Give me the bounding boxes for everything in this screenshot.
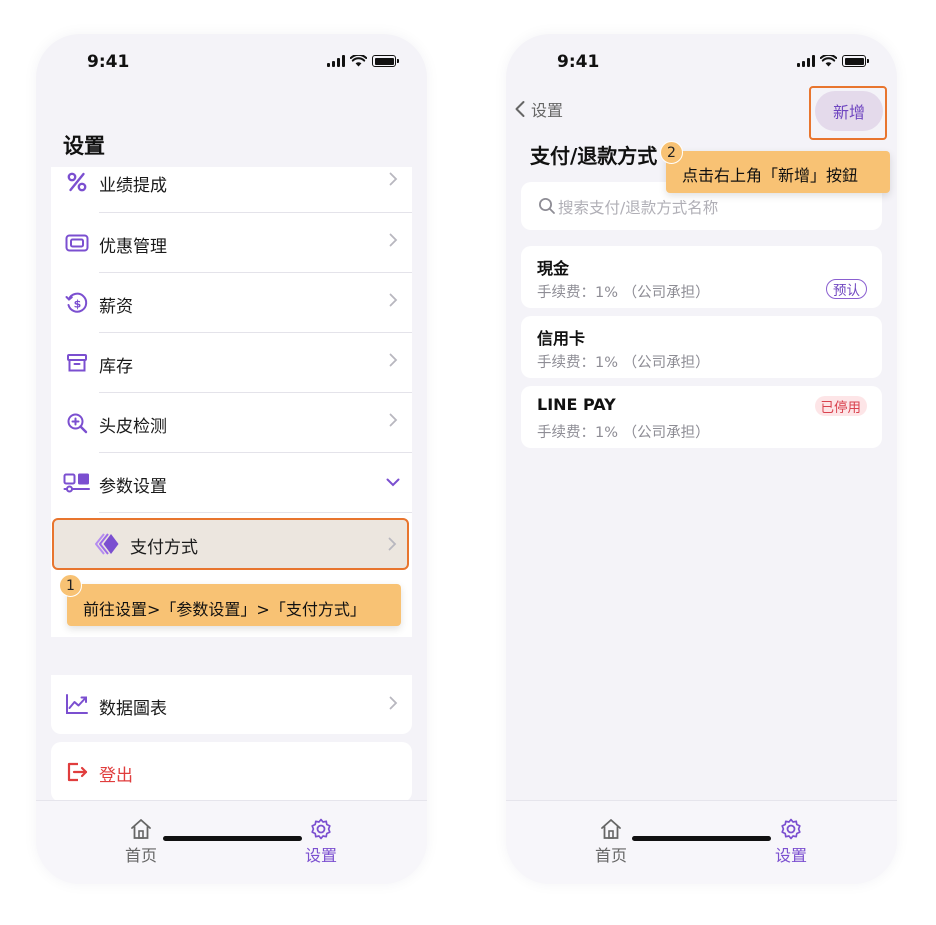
- menu-item-discount[interactable]: 优惠管理: [51, 213, 412, 273]
- search-icon: [539, 198, 555, 214]
- battery-icon: [842, 55, 869, 67]
- line-chart-icon: [65, 693, 89, 719]
- default-badge: 预认: [826, 279, 867, 299]
- chevron-down-icon: [386, 478, 400, 487]
- archive-box-icon: [65, 351, 89, 375]
- menu-item-commission[interactable]: 业绩提成: [51, 152, 412, 212]
- tab-settings[interactable]: 设置: [751, 817, 831, 866]
- gear-icon: [311, 818, 331, 840]
- wifi-icon: [820, 55, 837, 67]
- step-badge: 1: [59, 574, 82, 597]
- add-button[interactable]: 新增: [815, 91, 883, 131]
- chevron-right-icon: [389, 172, 398, 186]
- signal-icon: [327, 55, 345, 67]
- submenu-item-payment-methods[interactable]: 支付方式: [52, 518, 409, 570]
- tab-bar: 首页 设置: [506, 800, 897, 884]
- menu-label: 业绩提成: [99, 176, 167, 196]
- submenu-label: 支付方式: [130, 538, 198, 558]
- menu-item-salary[interactable]: $ 薪资: [51, 273, 412, 333]
- page-title: 支付/退款方式: [530, 144, 658, 168]
- chevron-right-icon: [389, 353, 398, 367]
- salary-icon: $: [65, 291, 89, 315]
- home-icon: [131, 819, 151, 839]
- payment-method-row[interactable]: 信用卡 手续费：1% （公司承担）: [521, 316, 882, 378]
- search-placeholder: 搜索支付/退款方式名称: [558, 199, 719, 217]
- menu-label: 薪资: [99, 297, 133, 317]
- chevron-right-icon: [388, 537, 397, 551]
- home-indicator: [632, 836, 771, 841]
- tutorial-screenshot: 9:41 设置 业绩提成 优惠管理 $ 薪资 库存 头皮检测 参数设置 数据圖表…: [0, 0, 936, 925]
- tab-label: 设置: [304, 846, 337, 865]
- method-name: LINE PAY: [537, 395, 616, 414]
- disabled-badge: 已停用: [814, 396, 867, 416]
- payment-method-row[interactable]: 現金 手续费：1% （公司承担） 预认: [521, 246, 882, 308]
- tab-bar: 首页 设置: [36, 800, 427, 884]
- menu-item-inventory[interactable]: 库存: [51, 333, 412, 393]
- signal-icon: [797, 55, 815, 67]
- chevron-right-icon: [389, 293, 398, 307]
- status-icons: [327, 55, 399, 67]
- tab-home[interactable]: 首页: [571, 817, 651, 866]
- parameters-icon: [63, 471, 91, 495]
- chevron-right-icon: [389, 233, 398, 247]
- home-indicator: [163, 836, 302, 841]
- menu-label: 优惠管理: [99, 237, 167, 257]
- tab-label: 设置: [774, 846, 807, 865]
- menu-label: 头皮检测: [99, 417, 167, 437]
- menu-item-data-chart[interactable]: 数据圖表: [51, 675, 412, 734]
- callout-text: 前往设置>「参数设置」>「支付方式」: [83, 600, 366, 619]
- tab-settings[interactable]: 设置: [281, 817, 361, 866]
- divider: [99, 512, 412, 513]
- step-badge: 2: [660, 141, 683, 164]
- callout-text: 点击右上角「新增」按鈕: [682, 166, 859, 185]
- chevron-left-icon: [515, 101, 525, 117]
- ticket-icon: [65, 231, 89, 255]
- logout-label: 登出: [99, 766, 133, 786]
- method-fee: 手续费：1% （公司承担）: [537, 285, 710, 301]
- menu-item-parameters[interactable]: 参数设置: [51, 453, 412, 513]
- method-name: 現金: [537, 259, 570, 278]
- tab-label: 首页: [124, 846, 157, 865]
- tab-home[interactable]: 首页: [101, 817, 181, 866]
- menu-label: 数据圖表: [99, 699, 167, 719]
- method-fee: 手续费：1% （公司承担）: [537, 425, 710, 441]
- chevron-right-icon: [389, 696, 398, 710]
- svg-text:$: $: [74, 298, 82, 311]
- payment-diamond-icon: [94, 532, 120, 560]
- settings-screen: 9:41 设置 业绩提成 优惠管理 $ 薪资 库存 头皮检测 参数设置 数据圖表…: [36, 34, 427, 884]
- status-icons: [797, 55, 869, 67]
- tutorial-callout-step2: 点击右上角「新增」按鈕: [666, 151, 890, 193]
- method-fee: 手续费：1% （公司承担）: [537, 355, 710, 371]
- home-icon: [601, 819, 621, 839]
- zoom-plus-icon: [65, 411, 89, 435]
- menu-label: 参数设置: [99, 477, 167, 497]
- back-label: 设置: [531, 101, 564, 120]
- tab-label: 首页: [594, 846, 627, 865]
- tutorial-callout-step1: 前往设置>「参数设置」>「支付方式」: [67, 584, 401, 626]
- gear-icon: [781, 818, 801, 840]
- percent-icon: [65, 170, 89, 194]
- back-button[interactable]: 设置: [514, 97, 563, 121]
- battery-icon: [372, 55, 399, 67]
- status-time: 9:41: [557, 52, 600, 72]
- logout-icon: [65, 760, 89, 788]
- status-time: 9:41: [87, 52, 130, 72]
- method-name: 信用卡: [537, 329, 586, 348]
- menu-item-scalp-test[interactable]: 头皮检测: [51, 393, 412, 453]
- chevron-right-icon: [389, 413, 398, 427]
- menu-label: 库存: [99, 357, 133, 377]
- wifi-icon: [350, 55, 367, 67]
- payment-method-row[interactable]: LINE PAY 手续费：1% （公司承担） 已停用: [521, 386, 882, 448]
- logout-button[interactable]: 登出: [51, 742, 412, 802]
